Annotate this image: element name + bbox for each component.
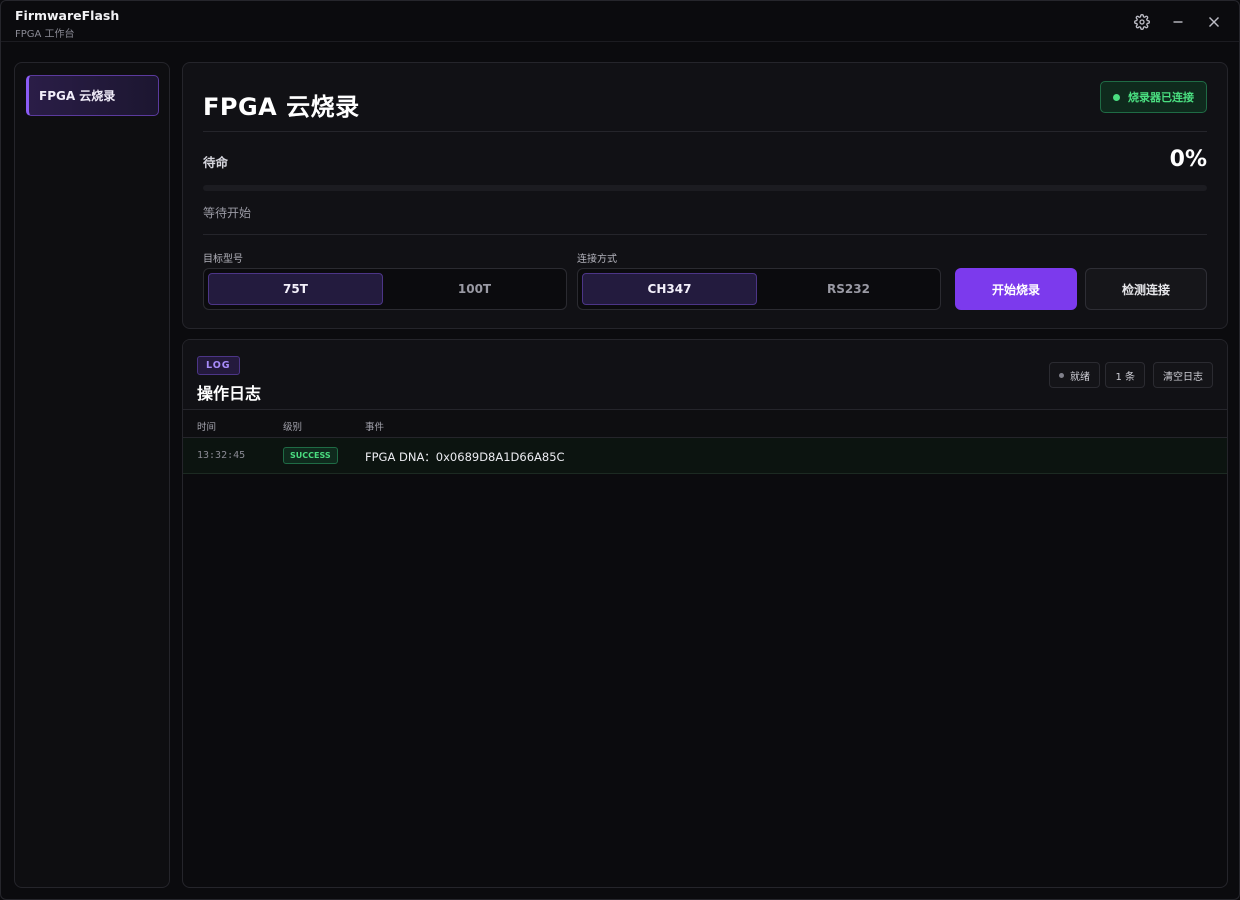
title-bar: FirmwareFlash FPGA 工作台 [1, 1, 1239, 42]
sidebar-item-fpga-flash[interactable]: FPGA 云烧录 [26, 75, 159, 116]
connection-option-rs232[interactable]: RS232 [761, 273, 936, 305]
minimize-button[interactable] [1167, 11, 1189, 33]
close-button[interactable] [1203, 11, 1225, 33]
connection-mode-selector: CH347 RS232 [577, 268, 941, 310]
flash-panel: FPGA 云烧录 烧录器已连接 待命 0% 等待开始 目标型号 75T 100T… [182, 62, 1228, 329]
status-dot-icon [1113, 93, 1120, 101]
detect-connection-button[interactable]: 检测连接 [1085, 268, 1207, 310]
progress-bar [203, 185, 1207, 191]
column-header-event: 事件 [365, 422, 385, 433]
progress-percent: 0% [1169, 147, 1207, 172]
divider [203, 131, 1207, 132]
table-row: 13:32:45 SUCCESS FPGA DNA：0x0689D8A1D66A… [183, 438, 1227, 474]
log-title: 操作日志 [197, 384, 262, 403]
status-dot-icon [1059, 372, 1064, 378]
status-message: 等待开始 [203, 206, 252, 220]
log-tag-badge: LOG [197, 356, 240, 375]
divider [203, 234, 1207, 235]
log-event: FPGA DNA：0x0689D8A1D66A85C [365, 450, 565, 464]
model-option-75t[interactable]: 75T [208, 273, 383, 305]
log-header: LOG 操作日志 就绪 1 条 清空日志 [183, 340, 1227, 410]
target-model-label: 目标型号 [203, 254, 243, 265]
gear-icon [1134, 14, 1150, 30]
model-option-100t[interactable]: 100T [387, 273, 562, 305]
log-status-chip: 就绪 [1049, 362, 1100, 388]
log-panel: LOG 操作日志 就绪 1 条 清空日志 时间 级别 事件 13:32:45 S… [182, 339, 1228, 888]
app-subtitle: FPGA 工作台 [15, 29, 75, 40]
page-title: FPGA 云烧录 [203, 93, 360, 121]
settings-button[interactable] [1131, 11, 1153, 33]
target-model-selector: 75T 100T [203, 268, 567, 310]
clear-log-button[interactable]: 清空日志 [1153, 362, 1213, 388]
column-header-level: 级别 [283, 422, 303, 433]
column-header-time: 时间 [197, 422, 217, 433]
log-status-text: 就绪 [1070, 371, 1090, 383]
flash-status-label: 待命 [203, 155, 229, 170]
app-title: FirmwareFlash [15, 8, 120, 23]
connection-option-ch347[interactable]: CH347 [582, 273, 757, 305]
start-flash-button[interactable]: 开始烧录 [955, 268, 1077, 310]
log-level-badge: SUCCESS [283, 447, 338, 464]
sidebar: FPGA 云烧录 [14, 62, 170, 888]
close-icon [1209, 17, 1219, 27]
connection-status-badge: 烧录器已连接 [1100, 81, 1207, 113]
connection-mode-label: 连接方式 [577, 254, 617, 265]
minimize-icon [1173, 21, 1183, 23]
app-window: FirmwareFlash FPGA 工作台 FPGA 云烧录 FPGA 云烧录 [0, 0, 1240, 900]
log-time: 13:32:45 [197, 450, 246, 461]
connection-status-text: 烧录器已连接 [1128, 91, 1194, 104]
log-count-chip: 1 条 [1105, 362, 1145, 388]
log-table-header: 时间 级别 事件 [183, 410, 1227, 438]
